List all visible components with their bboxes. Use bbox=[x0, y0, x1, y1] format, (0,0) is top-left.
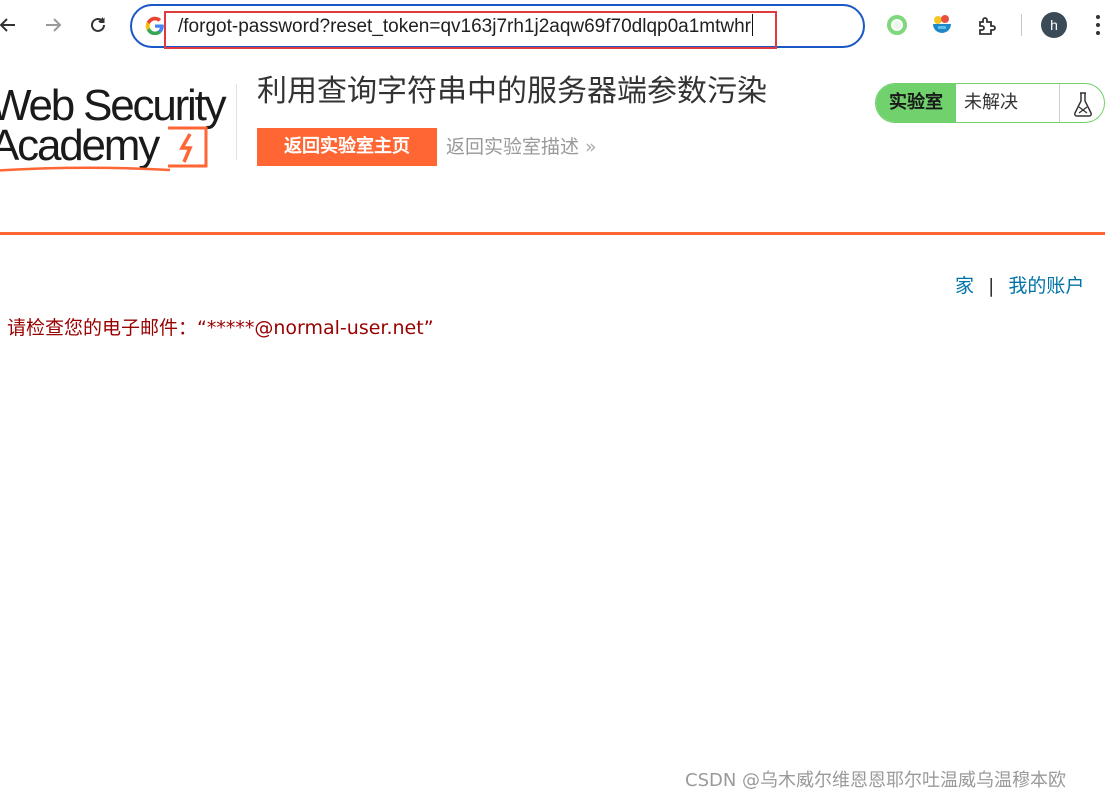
reload-icon bbox=[91, 17, 105, 32]
extension-bowl-button[interactable] bbox=[927, 10, 957, 40]
text-caret bbox=[752, 14, 754, 36]
browser-toolbar: /forgot-password?reset_token=qv163j7rh1j… bbox=[0, 0, 1112, 50]
home-link[interactable]: 家 bbox=[955, 275, 974, 297]
url-value: /forgot-password?reset_token=qv163j7rh1j… bbox=[178, 16, 752, 37]
avatar-letter: h bbox=[1050, 17, 1058, 33]
browser-menu-button[interactable] bbox=[1085, 10, 1111, 40]
profile-avatar[interactable]: h bbox=[1041, 12, 1067, 38]
logo-line-2: Academy bbox=[0, 121, 160, 170]
check-email-notice: 请检查您的电子邮件：“*****@normal-user.net” bbox=[7, 317, 434, 339]
puzzle-extensions-icon bbox=[979, 17, 996, 35]
reload-button[interactable] bbox=[81, 8, 115, 42]
logo-underline bbox=[0, 166, 170, 172]
back-description-label: 返回实验室描述 bbox=[446, 136, 580, 158]
account-navigation: 家 | 我的账户 bbox=[955, 272, 1084, 300]
lab-status-widget: 实验室 未解决 bbox=[875, 83, 1105, 123]
extension-bowl-icon bbox=[933, 15, 951, 33]
header-orange-rule bbox=[0, 232, 1105, 235]
flask-icon-cell bbox=[1059, 84, 1104, 122]
flask-icon bbox=[1073, 92, 1092, 117]
double-chevron-right-icon: » bbox=[585, 136, 597, 158]
back-arrow-icon bbox=[0, 18, 15, 32]
back-to-lab-home-button[interactable]: 返回实验室主页 bbox=[257, 128, 437, 166]
lab-status-label: 实验室 bbox=[876, 84, 956, 122]
nav-separator: | bbox=[988, 275, 995, 297]
lightning-bolt-logo-mark bbox=[168, 126, 208, 168]
extension-ring-button[interactable] bbox=[882, 10, 912, 40]
csdn-watermark: CSDN @乌木威尔维恩恩耶尔吐温威乌温穆本欧 bbox=[685, 770, 1067, 791]
lab-status-value: 未解决 bbox=[964, 92, 1018, 113]
address-bar[interactable]: /forgot-password?reset_token=qv163j7rh1j… bbox=[130, 4, 865, 49]
back-button[interactable] bbox=[0, 8, 25, 42]
my-account-link[interactable]: 我的账户 bbox=[1008, 275, 1084, 297]
back-to-lab-description-link[interactable]: 返回实验室描述» bbox=[446, 133, 597, 161]
forward-button[interactable] bbox=[36, 8, 70, 42]
web-security-academy-logo[interactable]: Web Security Academy bbox=[0, 78, 235, 178]
lab-title: 利用查询字符串中的服务器端参数污染 bbox=[257, 74, 767, 109]
extension-ring-icon bbox=[887, 15, 907, 35]
forward-arrow-icon bbox=[46, 18, 62, 32]
more-vert-icon bbox=[1096, 15, 1100, 35]
extensions-button[interactable] bbox=[972, 10, 1002, 40]
google-g-icon bbox=[145, 16, 164, 36]
toolbar-separator bbox=[1021, 14, 1022, 36]
url-text[interactable]: /forgot-password?reset_token=qv163j7rh1j… bbox=[178, 14, 754, 39]
header-divider bbox=[236, 84, 237, 160]
